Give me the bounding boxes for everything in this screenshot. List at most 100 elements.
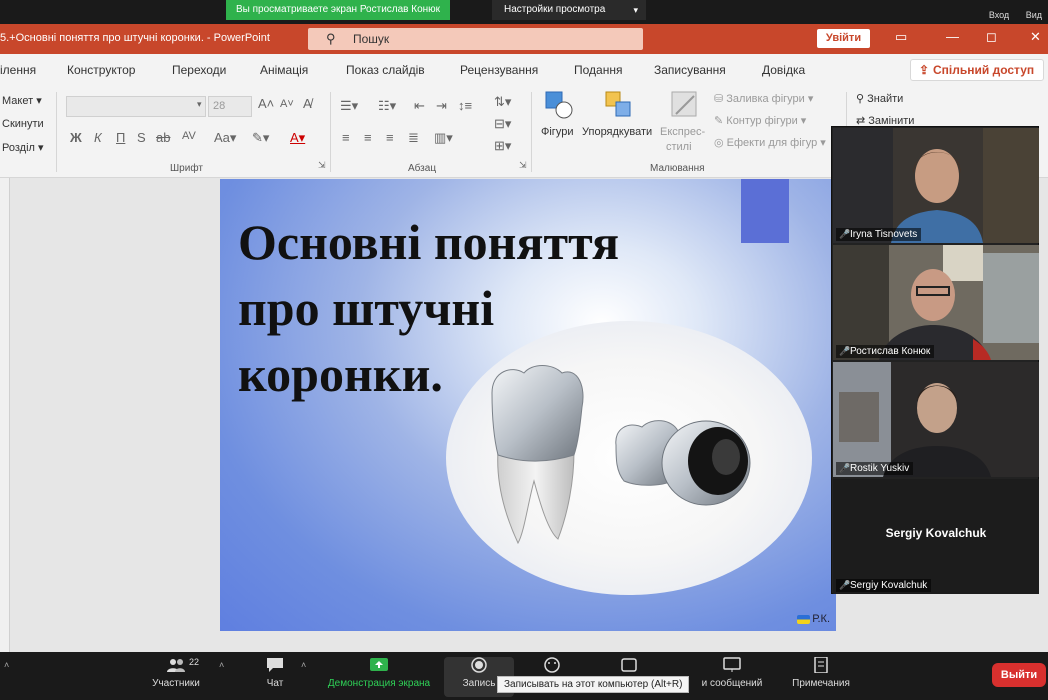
underline-icon[interactable]: П	[116, 130, 125, 145]
minimize-icon[interactable]: —	[946, 29, 959, 44]
participant-tile[interactable]: Sergiy Kovalchuk 🎤 Sergiy Kovalchuk	[833, 479, 1039, 594]
apps-icon	[621, 658, 637, 672]
tab-animations[interactable]: Анімація	[260, 63, 308, 77]
ribbon-display-icon[interactable]: ▭	[895, 29, 907, 45]
screen: Вы просматриваете экран Ростислав Конюк …	[0, 0, 1048, 700]
muted-mic-icon: 🎤	[839, 229, 851, 239]
chat-icon	[267, 658, 283, 672]
bullets-icon[interactable]: ☰▾	[340, 98, 358, 114]
layout-button[interactable]: Макет ▾	[2, 94, 42, 107]
italic-icon[interactable]: К	[94, 130, 102, 145]
participant-display-name: Sergiy Kovalchuk	[885, 526, 987, 540]
clear-format-icon[interactable]: A̸	[303, 96, 312, 111]
notes-icon	[814, 657, 828, 673]
dialog-launcher-icon[interactable]: ⇲	[318, 160, 326, 171]
decrease-indent-icon[interactable]: ⇤	[414, 98, 425, 114]
tab-help[interactable]: Довідка	[762, 63, 805, 77]
sign-in-button[interactable]: Увійти	[817, 29, 870, 48]
participant-video	[833, 362, 1039, 477]
notes-label: Примечания	[792, 678, 850, 689]
increase-font-icon[interactable]: A˄	[258, 96, 274, 111]
drawing-group-label: Малювання	[650, 163, 705, 174]
shapes-label[interactable]: Фігури	[541, 126, 573, 138]
chevron-down-icon: ▾	[633, 5, 638, 15]
tab-transitions[interactable]: Переходи	[172, 63, 226, 77]
view-menu[interactable]: Вид	[1026, 10, 1042, 20]
share-screen-button[interactable]: Демонстрация экрана	[320, 657, 438, 689]
ribbon-separator	[56, 92, 57, 172]
tab-view[interactable]: Подання	[574, 63, 622, 77]
chevron-down-icon[interactable]: ▾	[197, 99, 202, 110]
shape-effects-button[interactable]: ◎ Ефекти для фігур ▾	[714, 136, 826, 149]
arrange-icon[interactable]	[604, 90, 634, 120]
tab-recording[interactable]: Записування	[654, 63, 726, 77]
bold-icon[interactable]: Ж	[70, 130, 82, 145]
highlight-icon[interactable]: ✎▾	[252, 130, 269, 146]
char-spacing-icon[interactable]: AV	[182, 130, 196, 142]
chevron-up-icon[interactable]: ˄	[4, 660, 9, 670]
tab-review[interactable]: Рецензування	[460, 63, 538, 77]
signin-link[interactable]: Вход	[989, 10, 1009, 20]
reset-button[interactable]: Скинути	[2, 118, 44, 130]
line-spacing-icon[interactable]: ↕≡	[458, 98, 472, 113]
participants-button[interactable]: 22 Участники	[145, 657, 207, 689]
quick-styles-label-2: стилі	[666, 141, 692, 153]
increase-indent-icon[interactable]: ⇥	[436, 98, 447, 114]
whiteboard-button[interactable]: и сообщений	[690, 657, 774, 689]
view-settings-label: Настройки просмотра	[504, 4, 606, 15]
close-icon[interactable]: ✕	[1030, 29, 1041, 45]
share-screen-icon	[370, 658, 388, 671]
font-name-field[interactable]	[66, 96, 206, 117]
shape-outline-button[interactable]: ✎ Контур фігури ▾	[714, 114, 806, 127]
tab-slideshow[interactable]: Показ слайдів	[346, 63, 425, 77]
section-button[interactable]: Розділ ▾	[2, 141, 44, 154]
smartart-icon[interactable]: ⊞▾	[494, 138, 511, 154]
decrease-font-icon[interactable]: A˅	[280, 98, 294, 110]
slide-canvas[interactable]: Основні поняття про штучні коронки. Р.К.	[220, 179, 836, 631]
shapes-icon[interactable]	[544, 90, 574, 120]
quick-styles-label-1[interactable]: Експрес-	[660, 126, 705, 138]
reactions-button[interactable]	[540, 657, 564, 678]
thumbnail-pane-edge[interactable]	[0, 178, 10, 652]
font-size-field[interactable]: 28	[208, 96, 252, 117]
muted-mic-icon: 🎤	[839, 580, 851, 590]
slide-heading: Основні поняття про штучні коронки.	[238, 214, 620, 402]
align-center-icon[interactable]: ≡	[364, 130, 372, 145]
participant-tile[interactable]: 🎤 Ростислав Конюк	[833, 245, 1039, 360]
quick-styles-icon[interactable]	[670, 90, 700, 120]
leave-meeting-button[interactable]: Выйти	[992, 663, 1046, 687]
align-left-icon[interactable]: ≡	[342, 130, 350, 145]
chevron-up-icon[interactable]: ˄	[219, 660, 224, 670]
record-icon	[471, 657, 487, 673]
text-direction-icon[interactable]: ⇅▾	[494, 94, 511, 110]
columns-icon[interactable]: ▥▾	[434, 130, 453, 146]
restore-icon[interactable]: ◻	[986, 29, 997, 45]
find-button[interactable]: ⚲ Знайти	[856, 92, 903, 105]
share-button[interactable]: ⇪ Спільний доступ	[910, 59, 1044, 81]
chevron-up-icon[interactable]: ˄	[301, 660, 306, 670]
notes-button[interactable]: Примечания	[786, 657, 856, 689]
dialog-launcher-icon[interactable]: ⇲	[519, 160, 527, 171]
arrange-label[interactable]: Упорядкувати	[582, 126, 652, 138]
participant-tile[interactable]: 🎤 Iryna Tisnovets	[833, 128, 1039, 243]
tab-insert[interactable]: ілення	[0, 63, 36, 77]
tab-design[interactable]: Конструктор	[67, 63, 135, 77]
justify-icon[interactable]: ≣	[408, 130, 419, 146]
shape-fill-button[interactable]: ⛁ Заливка фігури ▾	[714, 92, 813, 105]
strikethrough-icon[interactable]: ab	[156, 130, 170, 145]
apps-button[interactable]	[618, 657, 640, 678]
participant-video	[833, 245, 1039, 360]
search-box[interactable]: ⚲ Пошук	[308, 28, 643, 50]
participant-tile[interactable]: 🎤 Rostik Yuskiv	[833, 362, 1039, 477]
view-settings-button[interactable]: Настройки просмотра ▾	[492, 0, 646, 20]
align-right-icon[interactable]: ≡	[386, 130, 394, 145]
shadow-icon[interactable]: S	[137, 130, 146, 145]
font-color-icon[interactable]: A▾	[290, 130, 305, 146]
share-screen-label: Демонстрация экрана	[327, 678, 431, 689]
align-text-icon[interactable]: ⊟▾	[494, 116, 511, 132]
numbering-icon[interactable]: ☷▾	[378, 98, 396, 114]
change-case-icon[interactable]: Aa▾	[214, 130, 236, 146]
search-placeholder: Пошук	[353, 32, 390, 46]
muted-mic-icon: 🎤	[839, 463, 851, 473]
chat-button[interactable]: Чат	[258, 657, 292, 689]
